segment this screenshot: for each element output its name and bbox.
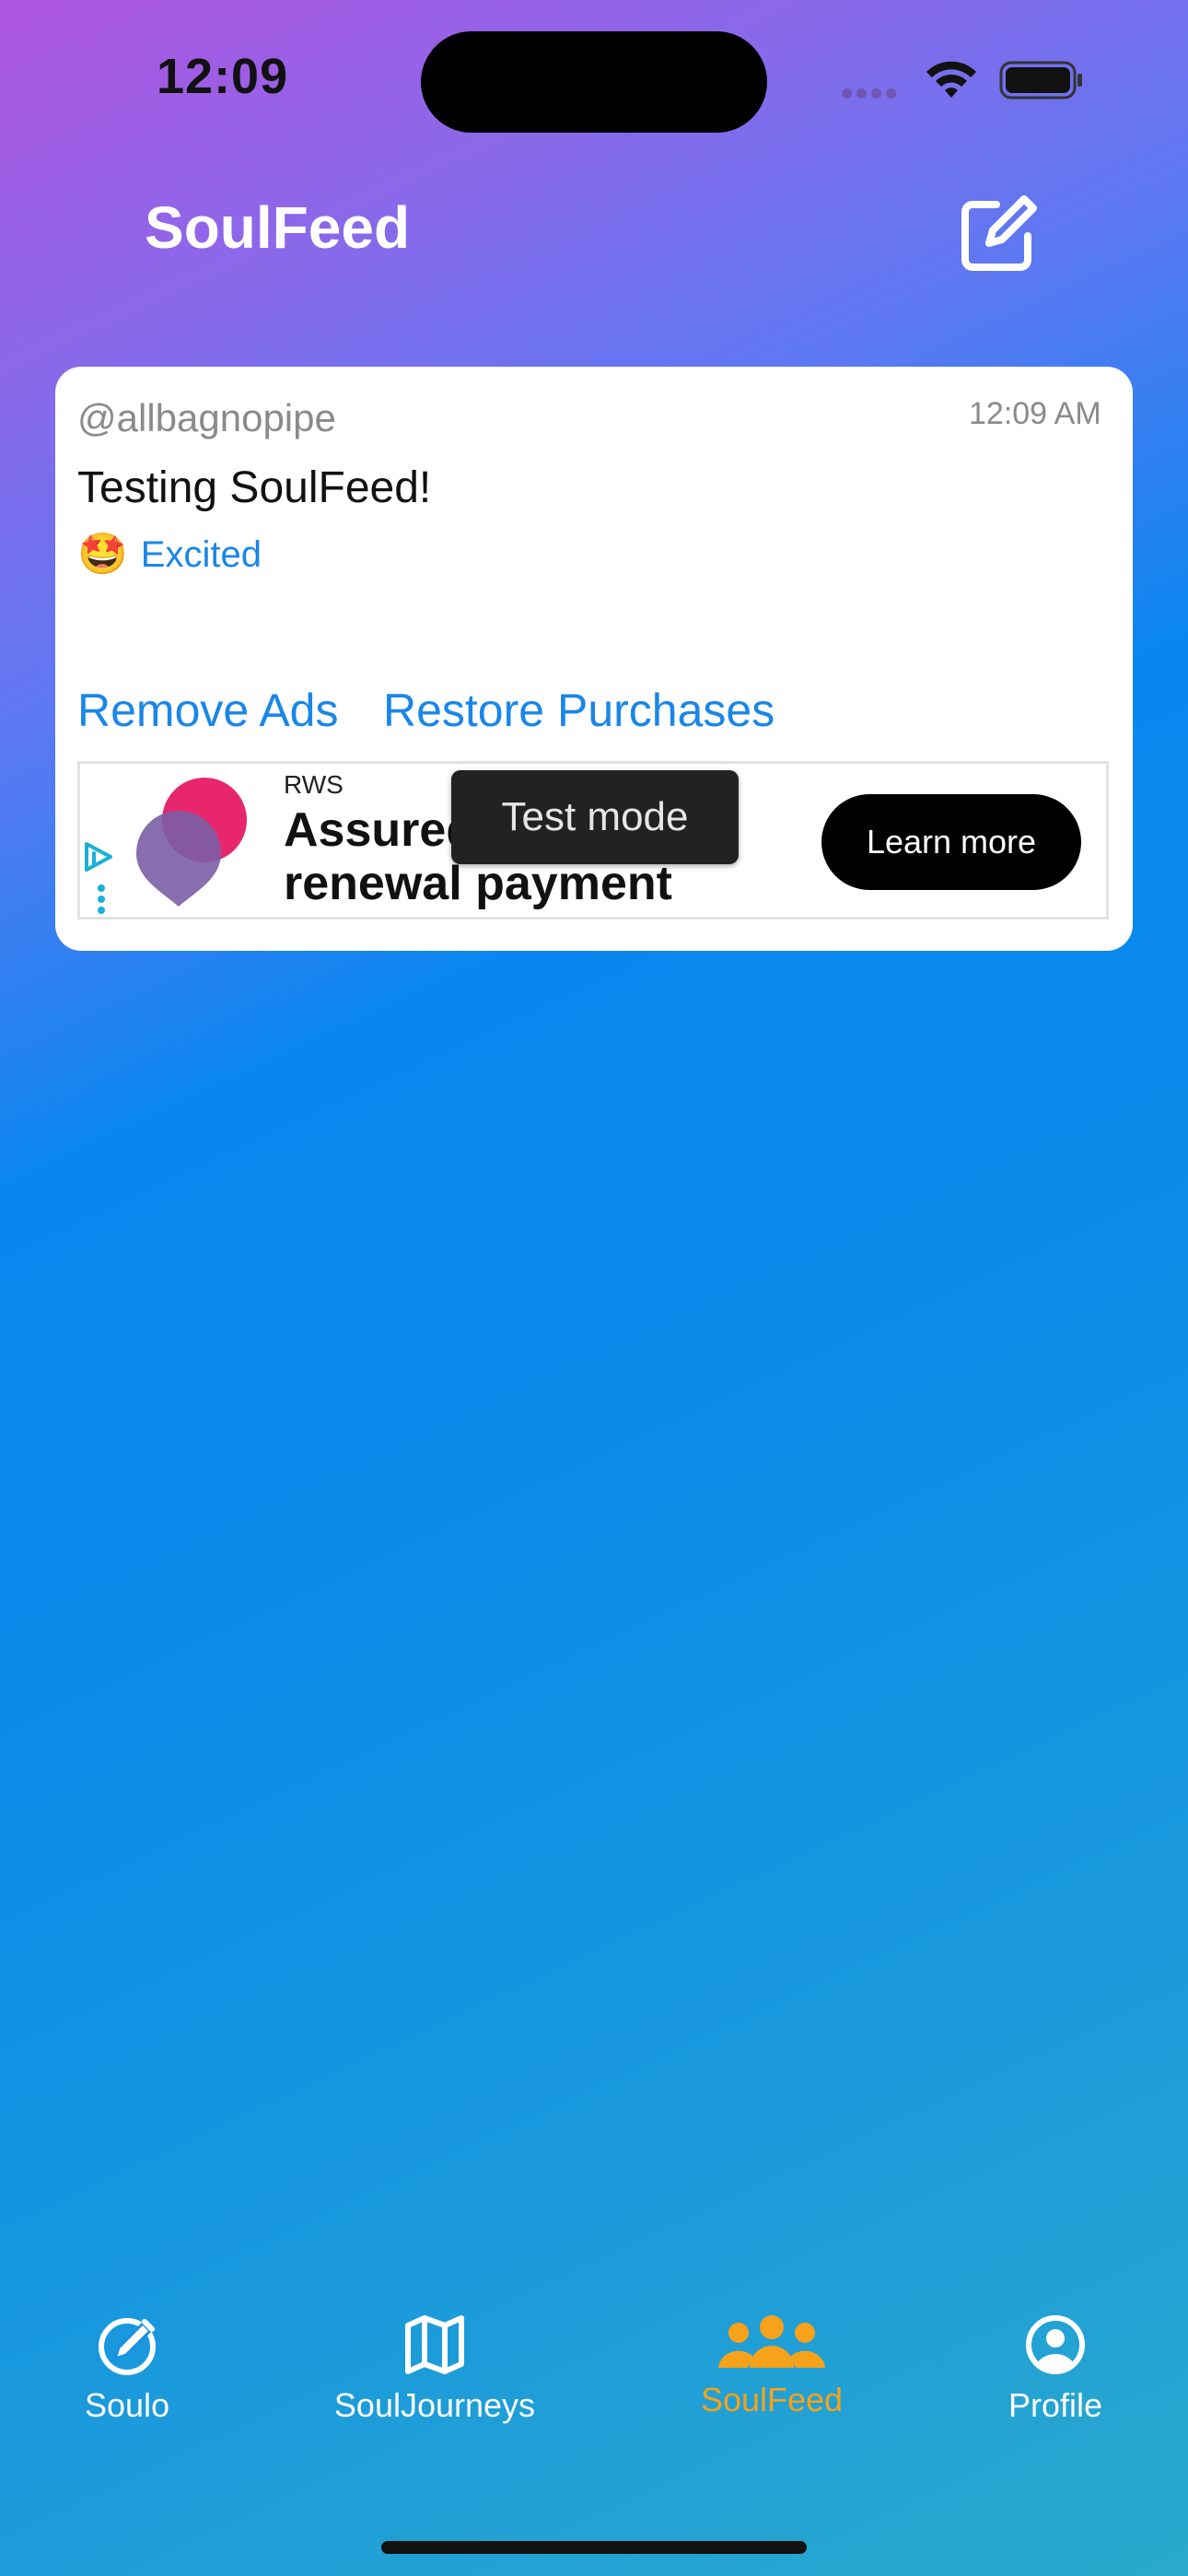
people-icon [718,2315,825,2368]
dynamic-island [421,31,767,133]
mood-label: Excited [140,533,262,575]
battery-icon [999,61,1082,100]
ad-headline-line-2: renewal payment [284,857,672,910]
tab-label-soulo: Soulo [84,2386,170,2424]
tab-label-soulfeed: SoulFeed [700,2381,844,2418]
advertiser-logo-icon [136,778,247,907]
tab-soulo[interactable]: Soulo [55,2313,199,2425]
ad-choices-icon[interactable] [81,838,120,918]
person-circle-icon [1026,2315,1085,2374]
home-indicator[interactable] [381,2541,807,2554]
page-title: SoulFeed [145,194,411,261]
tab-soulfeed[interactable]: SoulFeed [681,2313,862,2419]
compass-pen-icon [99,2318,156,2375]
post-timestamp: 12:09 AM [969,396,1101,431]
tab-profile[interactable]: Profile [982,2313,1129,2425]
star-struck-emoji-icon: 🤩 [77,532,128,577]
map-icon [405,2315,464,2374]
post-text: Testing SoulFeed! [77,463,432,512]
test-mode-badge: Test mode [451,770,739,864]
remove-ads-button[interactable]: Remove Ads [77,684,338,737]
status-bar-time: 12:09 [157,49,289,104]
mood-tag: 🤩 Excited [77,531,262,579]
tab-souljourneys[interactable]: SoulJourneys [313,2313,556,2425]
tab-label-souljourneys: SoulJourneys [333,2386,536,2424]
wifi-icon [926,61,976,98]
learn-more-button[interactable]: Learn more [821,794,1081,890]
restore-purchases-button[interactable]: Restore Purchases [383,684,775,737]
post-username[interactable]: @allbagnopipe [77,396,336,440]
cellular-signal-icon [842,87,904,99]
tab-label-profile: Profile [1007,2386,1103,2424]
ad-advertiser-name: RWS [284,770,344,799]
compose-icon[interactable] [956,192,1041,276]
